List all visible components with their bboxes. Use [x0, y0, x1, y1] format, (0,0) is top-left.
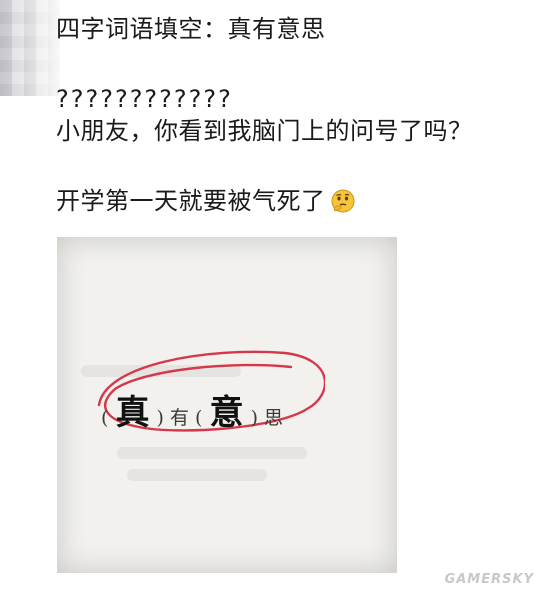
bracket-close-1: ): [156, 407, 164, 429]
handwritten-answer-2: 意: [209, 393, 244, 433]
avatar[interactable]: [0, 0, 60, 96]
photo-ghost-line: [127, 469, 267, 481]
post-line-title: 四字词语填空：真有意思: [56, 15, 326, 43]
bracket-open-1: (: [101, 407, 109, 429]
given-char-1: 有: [169, 407, 189, 429]
bracket-close-2: ): [250, 407, 258, 429]
watermark: GAMERSKY: [444, 572, 534, 587]
thinking-face-icon: [330, 188, 356, 214]
given-char-2: 思: [264, 407, 284, 429]
post-line-question: 小朋友，你看到我脑门上的问号了吗？: [56, 117, 473, 145]
handwritten-answer-1: 真: [115, 393, 150, 433]
worksheet-idiom-row: ( 真 ) 有 ( 意 ) 思: [101, 385, 283, 434]
photo-ghost-line: [117, 447, 307, 459]
post-line-complaint-text: 开学第一天就要被气死了: [56, 187, 326, 215]
worksheet-photo[interactable]: ( 真 ) 有 ( 意 ) 思: [57, 237, 397, 573]
bracket-open-2: (: [195, 407, 203, 429]
post-line-question-marks: ????????????: [56, 85, 233, 113]
post-line-complaint: 开学第一天就要被气死了: [56, 186, 356, 216]
